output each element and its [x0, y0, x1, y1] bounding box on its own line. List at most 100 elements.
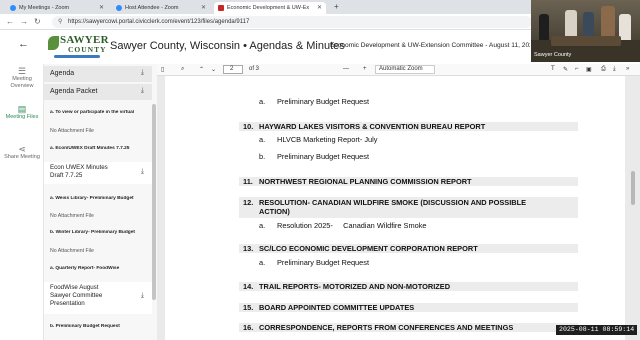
forward-arrow-icon[interactable]: → [20, 17, 28, 26]
section-number: 10. [243, 122, 254, 131]
save-icon[interactable]: ⤓ [613, 66, 616, 73]
close-icon[interactable]: ✕ [317, 4, 322, 11]
agenda-item: a. Resolution 2025- Canadian Wildfire Smo… [259, 221, 427, 230]
file-attachment-label: FoodWise August Sawyer Committee Present… [50, 284, 103, 307]
rail-meeting-overview[interactable]: ☰ Meeting Overview [0, 67, 44, 90]
section-title: TRAIL REPORTS- MOTORIZED AND NON-MOTORIZ… [259, 282, 451, 291]
person-figure [539, 14, 549, 40]
back-arrow-icon[interactable]: ← [6, 17, 14, 26]
pdf-viewer[interactable]: a. Preliminary Budget Request 10. HAYWARD … [157, 76, 640, 340]
item-letter: a. [259, 258, 266, 267]
pdf-scrollbar[interactable] [631, 171, 635, 205]
agenda-packet-file[interactable]: Agenda Packet ⤓ [44, 84, 152, 100]
pdf-page: a. Preliminary Budget Request 10. HAYWARD … [165, 76, 625, 340]
section-number: 12. [243, 198, 254, 207]
stamp-tool-icon[interactable]: ⌐ [575, 66, 579, 72]
agenda-section: 15. BOARD APPOINTED COMMITTEE UPDATES [239, 303, 578, 312]
zoom-icon [116, 5, 122, 11]
section-number: 15. [243, 303, 254, 312]
site-title: Sawyer County, Wisconsin • Agendas & Min… [110, 40, 345, 52]
section-number: 13. [243, 244, 254, 253]
close-icon[interactable]: ✕ [99, 4, 104, 11]
download-icon[interactable]: ⤓ [141, 69, 144, 77]
item-text: Preliminary Budget Request [277, 258, 370, 267]
person-figure [619, 14, 631, 40]
zoom-select[interactable]: Automatic Zoom [375, 65, 435, 74]
item-text: Preliminary Budget Request [277, 97, 370, 106]
agenda-section: 13. SC/LCO ECONOMIC DEVELOPMENT CORPORATI… [239, 244, 578, 253]
sidebar-toggle-icon[interactable]: ▯ [161, 66, 164, 73]
agenda-file[interactable]: Agenda ⤓ [44, 66, 152, 82]
rail-label: Meeting Files [5, 114, 39, 120]
print-icon[interactable]: ⎙ [601, 66, 606, 73]
file-attachment-item[interactable]: Econ UWEX Minutes Draft 7.7.25 ⤓ [44, 162, 152, 184]
zoom-in-icon[interactable]: + [363, 66, 367, 72]
search-icon[interactable]: ⌕ [181, 66, 184, 73]
agenda-section: 12. RESOLUTION- CANADIAN WILDFIRE SMOKE (… [239, 197, 578, 218]
agenda-label: Agenda [50, 70, 75, 77]
logo-wave [54, 55, 100, 58]
video-timestamp: 2025-08-11 08:59:14 [556, 325, 638, 335]
files-scrollbar[interactable] [152, 104, 156, 300]
reload-icon[interactable]: ↻ [34, 17, 41, 26]
download-icon[interactable]: ⤓ [141, 87, 144, 95]
item-letter: a. [259, 97, 266, 106]
chevron-down-icon[interactable]: ⌄ [211, 66, 216, 73]
file-icon: ▤ [17, 104, 27, 114]
draw-tool-icon[interactable]: ✎ [563, 66, 568, 73]
agenda-section: 10. HAYWARD LAKES VISITORS & CONVENTION B… [239, 122, 578, 131]
agenda-item: b. Preliminary Budget Request [259, 152, 369, 161]
section-number: 16. [243, 323, 254, 332]
no-attachment-text: No Attachment File [50, 128, 94, 134]
zoom-value: Automatic Zoom [379, 66, 423, 72]
page-number-input[interactable]: 2 [223, 65, 243, 74]
section-title: NORTHWEST REGIONAL PLANNING COMMISSION R… [259, 177, 472, 186]
image-tool-icon[interactable]: ▣ [586, 66, 592, 73]
page-number: 2 [230, 66, 234, 72]
agenda-packet-label: Agenda Packet [50, 88, 98, 95]
logo-text-bottom: COUNTY [68, 45, 107, 54]
tab-host-attendee[interactable]: Host Attendee - Zoom ✕ [112, 2, 210, 14]
agenda-item: a. Preliminary Budget Request [259, 97, 369, 106]
section-title-continued: ACTION) [259, 207, 290, 216]
text-tool-icon[interactable]: T [551, 66, 555, 72]
agenda-item: a. HLVCB Marketing Report- July [259, 135, 378, 144]
camera-label: Sawyer County [534, 52, 572, 58]
section-title: RESOLUTION- CANADIAN WILDFIRE SMOKE (DIS… [259, 198, 527, 207]
civicclerk-icon [218, 5, 224, 11]
rail-label: Share Meeting [4, 154, 40, 160]
download-icon[interactable]: ⤓ [141, 168, 144, 176]
back-arrow-icon[interactable]: ← [18, 38, 29, 50]
tab-economic-development[interactable]: Economic Development & UW-Ex ✕ [214, 2, 326, 14]
section-number: 11. [243, 177, 253, 186]
item-text: Preliminary Budget Request [277, 152, 370, 161]
no-attachment-text: No Attachment File [50, 213, 94, 219]
pdf-toolbar: ▯ ⌕ ⌃ ⌄ 2 of 3 — + Automatic Zoom T ✎ ⌐ … [157, 64, 640, 76]
section-title: SC/LCO ECONOMIC DEVELOPMENT CORPORATION … [259, 244, 478, 253]
url-field[interactable]: ⚲ https://sawyercowi.portal.civicclerk.c… [52, 16, 532, 28]
download-icon[interactable]: ⤓ [141, 292, 144, 300]
sawyer-county-logo[interactable]: SAWYER COUNTY [48, 34, 109, 60]
close-icon[interactable]: ✕ [201, 4, 206, 11]
rail-share-meeting[interactable]: ⋖ Share Meeting [0, 145, 44, 161]
tab-title: Host Attendee - Zoom [125, 5, 179, 11]
item-text: HLVCB Marketing Report- July [277, 135, 378, 144]
leaf-logo-mark [48, 36, 59, 50]
file-section-heading: b. Winter Library- Preliminary Budget [50, 230, 135, 235]
more-tools-icon[interactable]: » [626, 66, 629, 72]
file-section-heading: a. Econ/UWEX Draft Minutes 7.7.25 [50, 146, 130, 151]
item-letter: a. [259, 135, 266, 144]
tab-my-meetings[interactable]: My Meetings - Zoom ✕ [6, 2, 108, 14]
agenda-section: 16. CORRESPONDENCE, REPORTS FROM CONFEREN… [239, 323, 578, 332]
new-tab-icon[interactable]: + [334, 2, 339, 11]
item-letter: b. [259, 152, 266, 161]
file-section-heading: a. Weiss Library- Preliminary Budget [50, 196, 134, 201]
section-number: 14. [243, 282, 254, 291]
section-title: CORRESPONDENCE, REPORTS FROM CONFERENCES… [259, 323, 514, 332]
zoom-out-icon[interactable]: — [343, 66, 349, 72]
section-title: HAYWARD LAKES VISITORS & CONVENTION BURE… [259, 122, 486, 131]
file-attachment-item[interactable]: FoodWise August Sawyer Committee Present… [44, 282, 152, 314]
section-title: BOARD APPOINTED COMMITTEE UPDATES [259, 303, 415, 312]
rail-meeting-files[interactable]: ▤ Meeting Files [0, 104, 44, 121]
chevron-up-icon[interactable]: ⌃ [199, 66, 204, 73]
